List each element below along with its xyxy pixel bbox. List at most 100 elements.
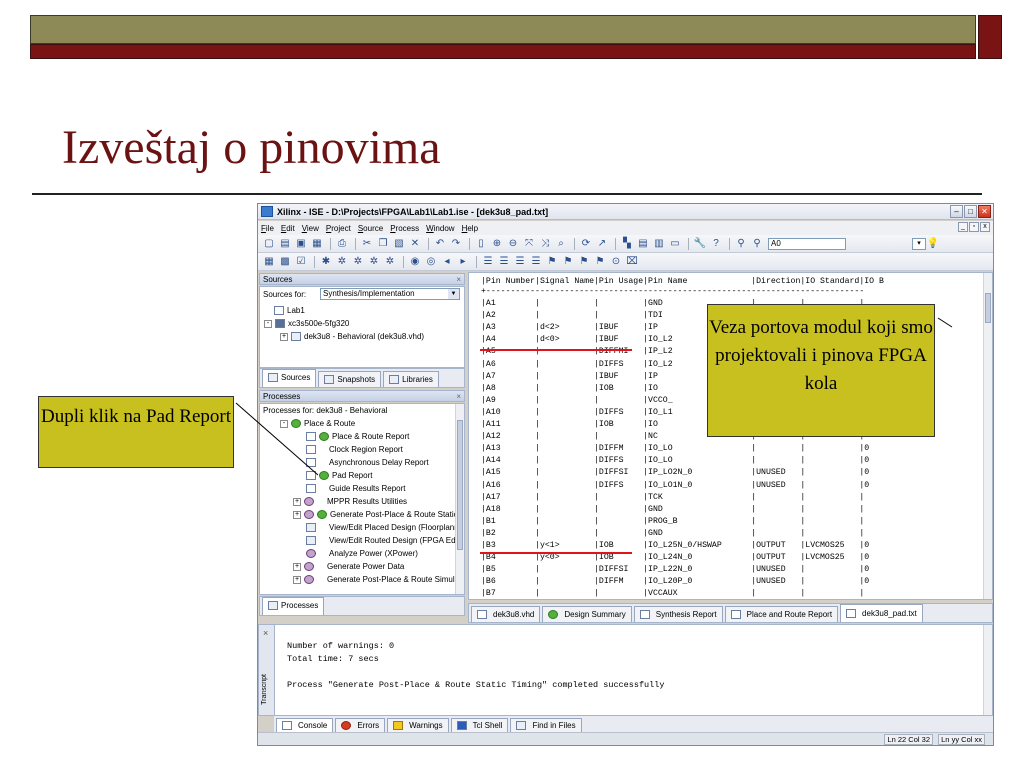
find-in-files-icon[interactable]: ⚲ — [750, 237, 764, 250]
window-icon[interactable]: ▭ — [668, 237, 682, 250]
menu-help[interactable]: Help — [462, 224, 478, 233]
binoculars-icon[interactable]: ⚲ — [734, 237, 748, 250]
arrow-right-icon[interactable]: ▸ — [456, 255, 470, 268]
find-combo-input[interactable]: A0 — [768, 237, 846, 250]
refresh-icon[interactable]: ⟳ — [579, 237, 593, 250]
menu-view[interactable]: View — [302, 224, 319, 233]
undo-icon[interactable]: ↶ — [433, 237, 447, 250]
process-pr-report[interactable]: Place & Route Report — [306, 430, 409, 443]
synthesize-icon[interactable]: ✲ — [335, 255, 349, 268]
process-guide-results[interactable]: Guide Results Report — [306, 482, 405, 495]
process-floorplanner[interactable]: View/Edit Placed Design (Floorplann — [306, 521, 459, 534]
tab-console[interactable]: Console — [276, 718, 334, 732]
console-scrollbar[interactable] — [983, 625, 992, 715]
expand-icon[interactable]: + — [293, 497, 301, 506]
expand-icon[interactable]: + — [293, 562, 301, 571]
scroll-thumb[interactable] — [457, 420, 463, 550]
tab-find-in-files[interactable]: Find in Files — [510, 718, 582, 732]
bookmark-prev-icon[interactable]: ⚑ — [577, 255, 591, 268]
menu-project[interactable]: Project — [326, 224, 351, 233]
process-power-data[interactable]: + Generate Power Data — [293, 560, 404, 573]
tab-sources[interactable]: Sources — [262, 369, 317, 387]
zoom-out-icon[interactable]: ⊖ — [506, 237, 520, 250]
copy-icon[interactable]: ❐ — [376, 237, 390, 250]
save-icon[interactable]: ▣ — [294, 237, 308, 250]
tab-libraries[interactable]: Libraries — [383, 371, 439, 387]
zoom-in-icon[interactable]: ⊕ — [490, 237, 504, 250]
expand-icon[interactable]: + — [293, 510, 301, 519]
cascade-icon[interactable]: ▚ — [620, 237, 634, 250]
zoom-full-icon[interactable]: ⤨ — [538, 237, 552, 250]
menu-edit[interactable]: Edit — [281, 224, 295, 233]
tree-item-lab1[interactable]: Lab1 — [274, 304, 305, 317]
process-fpga-editor[interactable]: View/Edit Routed Design (FPGA Edi — [306, 534, 457, 547]
paste-icon[interactable]: ▧ — [392, 237, 406, 250]
process-icon[interactable]: ✱ — [319, 255, 333, 268]
close-button[interactable]: ✕ — [978, 205, 991, 218]
outdent-icon[interactable]: ☰ — [497, 255, 511, 268]
rerun-icon[interactable]: ◎ — [424, 255, 438, 268]
bookmark-next-icon[interactable]: ⚑ — [561, 255, 575, 268]
tab-dek3u8-vhd[interactable]: dek3u8.vhd — [471, 606, 541, 622]
wrench-icon[interactable]: 🔧 — [693, 237, 707, 250]
tree-item-device[interactable]: - xc3s500e-5fg320 — [264, 317, 349, 330]
page-icon[interactable]: ▯ — [474, 237, 488, 250]
doc-close-button[interactable]: x — [980, 222, 990, 232]
menu-window[interactable]: Window — [426, 224, 454, 233]
tile-vertical-icon[interactable]: ▥ — [652, 237, 666, 250]
tile-horizontal-icon[interactable]: ▤ — [636, 237, 650, 250]
transcript-console[interactable]: × Transcript Number of warnings: 0 Total… — [258, 624, 993, 716]
bookmark-icon[interactable]: ⚑ — [545, 255, 559, 268]
search-icon[interactable]: ⌕ — [554, 237, 568, 250]
maximize-button[interactable]: □ — [964, 205, 977, 218]
delete-icon[interactable]: ✕ — [408, 237, 422, 250]
comment-icon[interactable]: ☰ — [513, 255, 527, 268]
tab-pad-txt[interactable]: dek3u8_pad.txt — [840, 604, 923, 622]
menu-file[interactable]: File — [261, 224, 274, 233]
process-clock-region[interactable]: Clock Region Report — [306, 443, 403, 456]
cut-icon[interactable]: ✂ — [360, 237, 374, 250]
doc-minimize-button[interactable]: _ — [958, 222, 968, 232]
lightbulb-icon[interactable]: 💡 — [926, 237, 940, 250]
expand-icon[interactable]: + — [293, 575, 301, 584]
tree-item-dek3u8[interactable]: + dek3u8 - Behavioral (dek3u8.vhd) — [280, 330, 424, 343]
zoom-fit-icon[interactable]: ⤧ — [522, 237, 536, 250]
transcript-close-icon[interactable]: × — [263, 628, 268, 638]
tab-snapshots[interactable]: Snapshots — [318, 371, 382, 387]
expand-icon[interactable]: + — [280, 332, 288, 341]
open-folder-icon[interactable]: ▤ — [278, 237, 292, 250]
goto-icon[interactable]: ⊙ — [609, 255, 623, 268]
indent-icon[interactable]: ☰ — [481, 255, 495, 268]
process-xpower[interactable]: Analyze Power (XPower) — [306, 547, 418, 560]
find-combo-dropdown[interactable]: ▾ — [912, 237, 926, 250]
process-mppr[interactable]: + MPPR Results Utilities — [293, 495, 407, 508]
print-icon[interactable]: ⎙ — [335, 237, 349, 250]
minimize-button[interactable]: – — [950, 205, 963, 218]
tab-processes[interactable]: Processes — [262, 597, 325, 615]
save-all-icon[interactable]: ▦ — [310, 237, 324, 250]
check-icon[interactable]: ☑ — [294, 255, 308, 268]
tab-warnings[interactable]: Warnings — [387, 718, 449, 732]
translate-icon[interactable]: ✲ — [367, 255, 381, 268]
new-file-icon[interactable]: ▢ — [262, 237, 276, 250]
collapse-icon[interactable]: - — [280, 419, 288, 428]
help-pointer-icon[interactable]: ? — [709, 237, 723, 250]
uncomment-icon[interactable]: ☰ — [529, 255, 543, 268]
tab-synthesis-report[interactable]: Synthesis Report — [633, 606, 723, 622]
tab-errors[interactable]: Errors — [335, 718, 386, 732]
report-scrollbar[interactable] — [983, 273, 992, 599]
process-pad-report[interactable]: Pad Report — [306, 469, 372, 482]
tab-design-summary[interactable]: Design Summary — [542, 606, 632, 622]
design-icon[interactable]: ▩ — [278, 255, 292, 268]
clear-icon[interactable]: ⌧ — [625, 255, 639, 268]
menu-process[interactable]: Process — [390, 224, 419, 233]
arrow-select-icon[interactable]: ↗ — [595, 237, 609, 250]
processes-close-icon[interactable]: × — [456, 391, 461, 403]
process-post-pr-sim[interactable]: + Generate Post-Place & Route Simula — [293, 573, 459, 586]
sources-close-icon[interactable]: × — [456, 274, 461, 286]
properties-icon[interactable]: ▦ — [262, 255, 276, 268]
arrow-left-icon[interactable]: ◂ — [440, 255, 454, 268]
redo-icon[interactable]: ↷ — [449, 237, 463, 250]
process-post-pr-static[interactable]: + Generate Post-Place & Route Static — [293, 508, 458, 521]
tab-pr-report[interactable]: Place and Route Report — [724, 606, 839, 622]
